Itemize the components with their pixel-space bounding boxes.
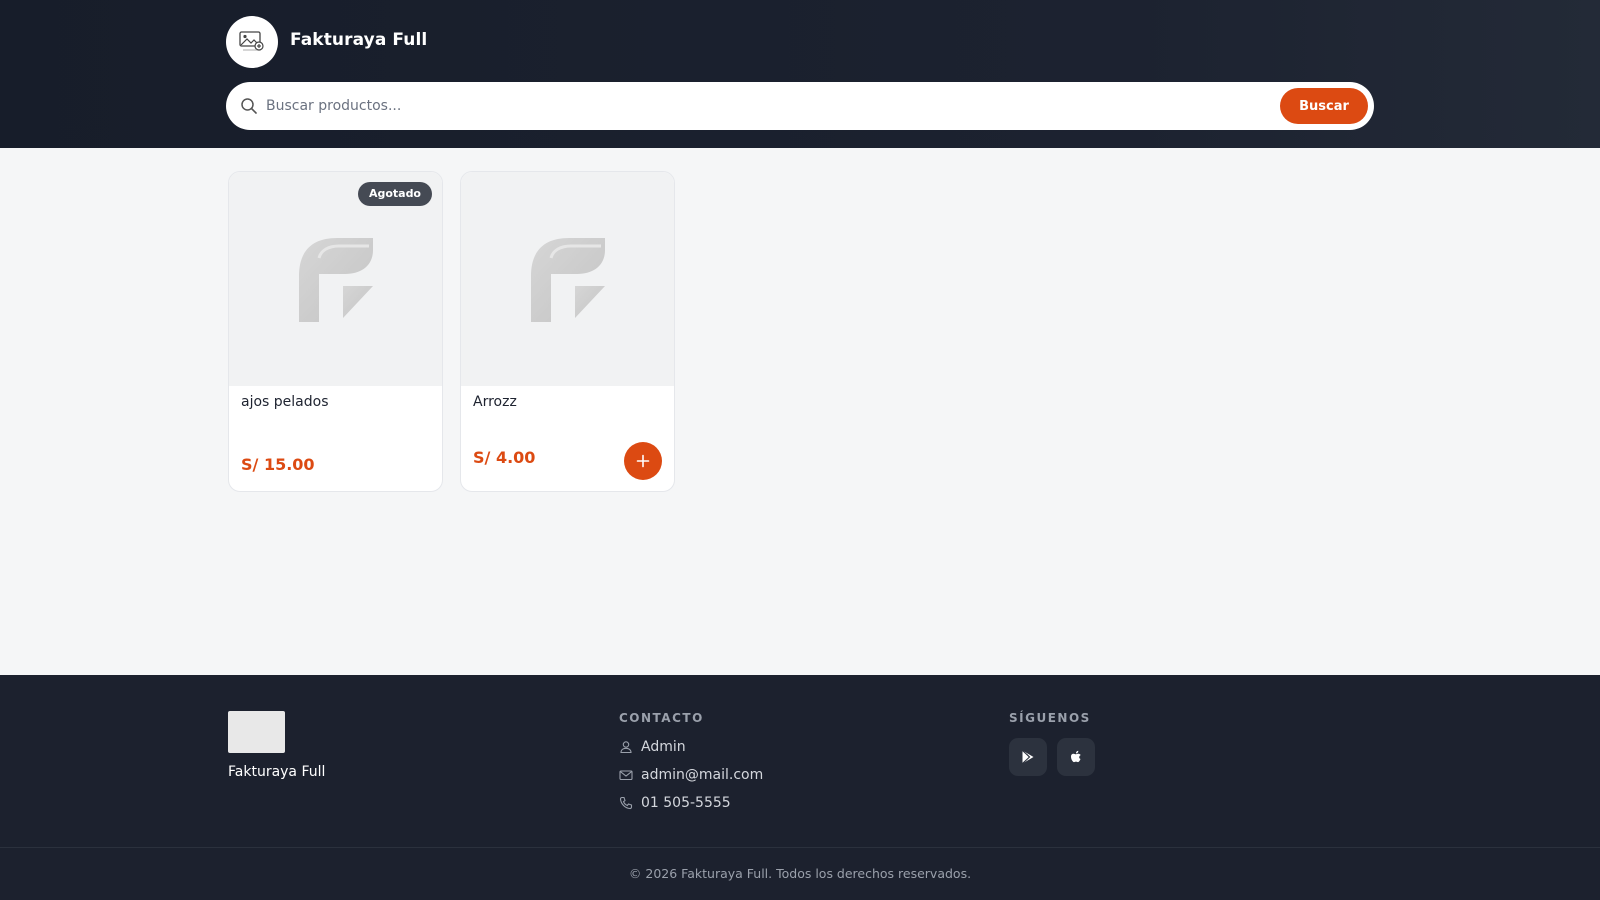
contact-phone[interactable]: 01 505-5555 (619, 793, 731, 813)
contact-heading: CONTACTO (619, 711, 704, 725)
product-price: S/ 15.00 (241, 455, 315, 474)
product-image[interactable]: Agotado (229, 172, 442, 386)
product-name[interactable]: Arrozz (473, 394, 517, 410)
out-of-stock-badge: Agotado (357, 182, 432, 206)
placeholder-logo-icon (298, 238, 373, 322)
google-play-link[interactable] (1009, 738, 1047, 776)
product-price: S/ 4.00 (473, 448, 536, 467)
site-footer: Fakturaya Full CONTACTO Admin admin@mail… (0, 675, 1600, 900)
google-play-icon (1022, 750, 1034, 764)
contact-email[interactable]: admin@mail.com (619, 765, 763, 785)
footer-divider (0, 847, 1600, 848)
image-placeholder-icon (239, 31, 264, 51)
social-heading: SÍGUENOS (1009, 711, 1091, 725)
product-card[interactable]: Agotado ajos pelados S/ 15.00 (228, 171, 443, 492)
app-store-link[interactable] (1057, 738, 1095, 776)
product-card[interactable]: Arrozz S/ 4.00 (460, 171, 675, 492)
product-image[interactable] (461, 172, 674, 386)
search-icon (241, 98, 257, 114)
search-button[interactable]: Buscar (1280, 88, 1368, 124)
footer-logo (228, 711, 285, 753)
product-name[interactable]: ajos pelados (241, 394, 329, 410)
placeholder-logo-icon (530, 238, 605, 322)
apple-icon (1071, 750, 1081, 763)
contact-user-text: Admin (641, 739, 686, 755)
brand-title[interactable]: Fakturaya Full (290, 30, 427, 50)
brand-logo[interactable] (226, 16, 278, 68)
search-bar: Buscar (226, 82, 1374, 130)
site-header: Fakturaya Full Buscar (0, 0, 1600, 148)
phone-icon (619, 796, 633, 810)
add-to-cart-button[interactable] (624, 442, 662, 480)
contact-phone-text[interactable]: 01 505-5555 (641, 795, 731, 811)
search-input[interactable] (266, 92, 1246, 120)
user-icon (620, 741, 632, 754)
footer-brand-name: Fakturaya Full (228, 764, 326, 780)
copyright-text: © 2026 Fakturaya Full. Todos los derecho… (628, 866, 972, 881)
contact-email-text[interactable]: admin@mail.com (641, 767, 763, 783)
contact-user: Admin (619, 737, 686, 757)
mail-icon (619, 770, 633, 781)
plus-icon (636, 454, 650, 468)
